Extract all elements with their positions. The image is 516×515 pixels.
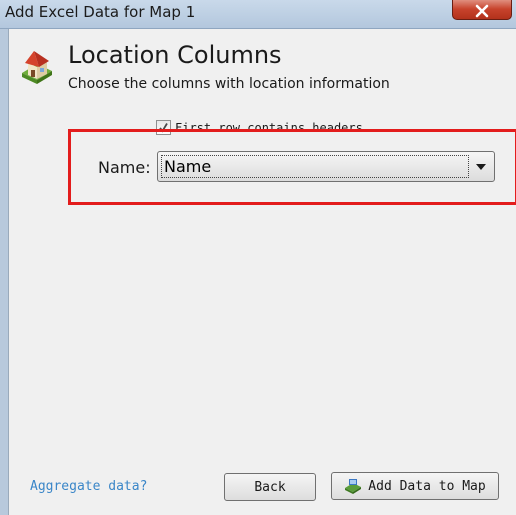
back-button[interactable]: Back: [224, 473, 316, 501]
first-row-headers-checkbox[interactable]: [156, 120, 171, 135]
close-icon: [475, 4, 489, 17]
dropdown-arrow-icon: [476, 164, 486, 170]
house-icon: [19, 49, 55, 91]
add-data-to-map-button[interactable]: Add Data to Map: [331, 472, 499, 500]
first-row-headers-option[interactable]: First row contains headers.: [156, 120, 370, 135]
window-title: Add Excel Data for Map 1: [5, 3, 196, 21]
name-column-value: Name: [161, 155, 469, 178]
window-close-button[interactable]: [452, 0, 512, 20]
map-icon: [345, 479, 362, 494]
aggregate-data-link[interactable]: Aggregate data?: [30, 479, 147, 494]
first-row-headers-label: First row contains headers.: [175, 120, 371, 135]
page-subtitle: Choose the columns with location informa…: [68, 76, 390, 92]
name-column-select[interactable]: Name: [157, 151, 495, 182]
name-field-label: Name:: [98, 158, 151, 177]
window-titlebar: Add Excel Data for Map 1: [0, 0, 516, 29]
checkmark-icon: [159, 123, 168, 133]
add-data-to-map-label: Add Data to Map: [368, 478, 486, 494]
dialog-body: Location Columns Choose the columns with…: [8, 29, 516, 515]
back-button-label: Back: [254, 479, 286, 495]
page-title: Location Columns: [68, 41, 282, 69]
